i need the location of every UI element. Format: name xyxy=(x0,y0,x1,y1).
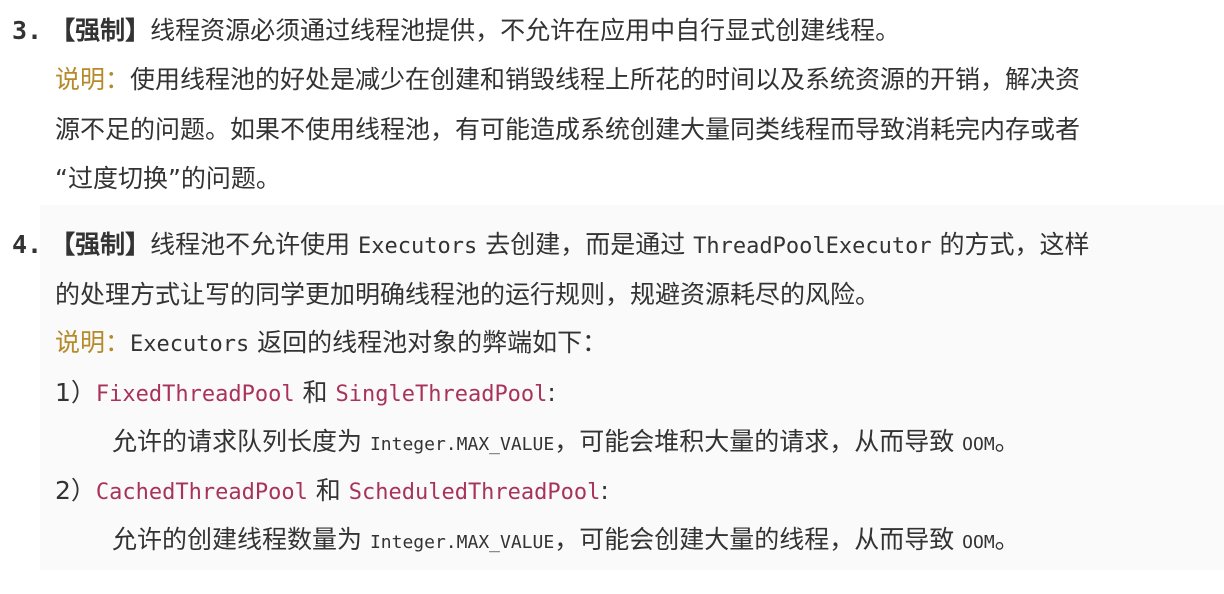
inline-code-highlight: FixedThreadPool xyxy=(95,382,295,407)
list-item-colon: : xyxy=(547,378,556,407)
inline-code: Integer.MAX_VALUE xyxy=(369,532,555,553)
inline-code-highlight: CachedThreadPool xyxy=(95,480,308,505)
list-item-join: 和 xyxy=(294,378,336,407)
list-item-text: 允许的创建线程数量为 xyxy=(112,525,370,554)
rule-text: 的处理方式让写的同学更加明确线程池的运行规则，规避资源耗尽的风险。 xyxy=(55,280,881,309)
inline-code: OOM xyxy=(962,532,995,553)
list-item-text: 。 xyxy=(994,427,1020,456)
rule-number: 4. xyxy=(12,230,43,259)
list-item-index: 2） xyxy=(55,476,96,505)
list-item-text: 允许的请求队列长度为 xyxy=(112,427,370,456)
rule-3-note-line-1: 说明：使用线程池的好处是减少在创建和销毁线程上所花的时间以及系统资源的开销，解决… xyxy=(55,63,1080,97)
inline-code: ThreadPoolExecutor xyxy=(693,234,932,259)
rule-text: 的方式，这样 xyxy=(931,230,1090,259)
note-label: 说明： xyxy=(55,328,131,357)
note-text: “过度切换”的问题。 xyxy=(55,164,281,193)
inline-code: Executors xyxy=(358,234,478,259)
rule-3-note-line-2: 源不足的问题。如果不使用线程池，有可能造成系统创建大量同类线程而导致消耗完内存或… xyxy=(55,113,1080,147)
rule-text: 线程池不允许使用 xyxy=(150,230,359,259)
list-item-colon: : xyxy=(600,476,609,505)
note-label: 说明： xyxy=(55,65,131,94)
rule-4-note: 说明：Executors 返回的线程池对象的弊端如下： xyxy=(55,326,607,360)
list-item-2-desc: 允许的创建线程数量为 Integer.MAX_VALUE，可能会创建大量的线程，… xyxy=(112,523,1020,557)
list-item-text: 。 xyxy=(994,525,1020,554)
note-text: 使用线程池的好处是减少在创建和销毁线程上所花的时间以及系统资源的开销，解决资 xyxy=(130,65,1081,94)
rule-text: 去创建，而是通过 xyxy=(477,230,694,259)
rule-tag: 【强制】 xyxy=(50,230,151,259)
list-item-1-title: 1）FixedThreadPool 和 SingleThreadPool: xyxy=(55,376,556,410)
list-item-text: ，可能会创建大量的线程，从而导致 xyxy=(554,525,963,554)
rule-3-note-line-3: “过度切换”的问题。 xyxy=(55,162,281,196)
list-item-1-desc: 允许的请求队列长度为 Integer.MAX_VALUE，可能会堆积大量的请求，… xyxy=(112,425,1020,459)
inline-code-highlight: SingleThreadPool xyxy=(335,382,548,407)
list-item-join: 和 xyxy=(307,476,349,505)
rule-4-heading-line-2: 的处理方式让写的同学更加明确线程池的运行规则，规避资源耗尽的风险。 xyxy=(55,278,880,312)
rule-number: 3. xyxy=(12,16,43,45)
note-text: 源不足的问题。如果不使用线程池，有可能造成系统创建大量同类线程而导致消耗完内存或… xyxy=(55,115,1081,144)
list-item-text: ，可能会堆积大量的请求，从而导致 xyxy=(554,427,963,456)
rule-3-heading: 3. 【强制】线程资源必须通过线程池提供，不允许在应用中自行显式创建线程。 xyxy=(12,14,900,48)
note-text: 返回的线程池对象的弊端如下： xyxy=(249,328,608,357)
list-item-index: 1） xyxy=(55,378,96,407)
list-item-2-title: 2）CachedThreadPool 和 ScheduledThreadPool… xyxy=(55,474,609,508)
rule-text: 线程资源必须通过线程池提供，不允许在应用中自行显式创建线程。 xyxy=(150,16,901,45)
inline-code-highlight: ScheduledThreadPool xyxy=(348,480,601,505)
rule-tag: 【强制】 xyxy=(50,16,151,45)
inline-code: Integer.MAX_VALUE xyxy=(369,434,555,455)
inline-code: OOM xyxy=(962,434,995,455)
inline-code: Executors xyxy=(130,332,250,357)
document-page: 3. 【强制】线程资源必须通过线程池提供，不允许在应用中自行显式创建线程。 说明… xyxy=(0,0,1224,594)
rule-4-heading: 4. 【强制】线程池不允许使用 Executors 去创建，而是通过 Threa… xyxy=(12,228,1090,262)
